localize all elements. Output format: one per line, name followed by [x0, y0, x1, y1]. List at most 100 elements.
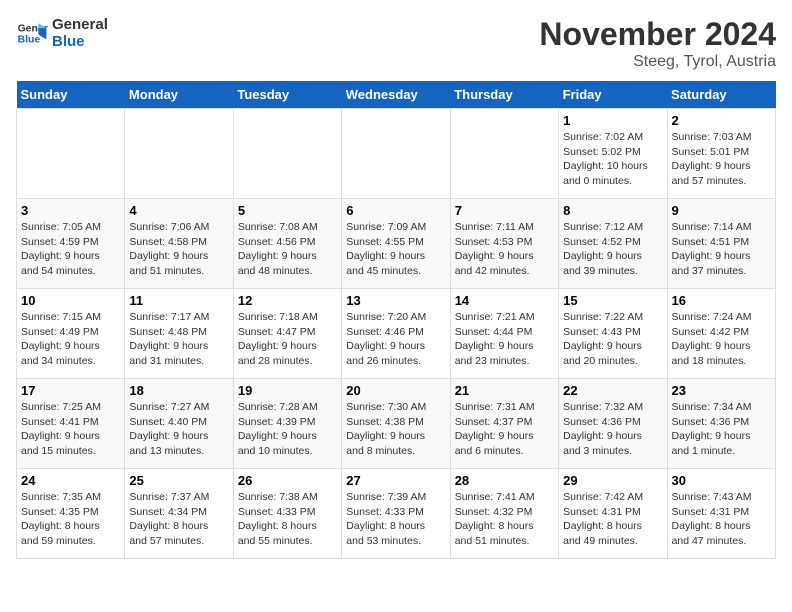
calendar-day-cell: [233, 109, 341, 199]
calendar-day-cell: 8 Sunrise: 7:12 AM Sunset: 4:52 PM Daylig…: [559, 199, 667, 289]
calendar-day-cell: 27Sunrise: 7:39 AM Sunset: 4:33 PM Dayli…: [342, 469, 450, 559]
day-number: 21: [455, 383, 554, 398]
day-info: Sunrise: 7:32 AM Sunset: 4:36 PM Dayligh…: [563, 400, 662, 459]
day-number: 28: [455, 473, 554, 488]
calendar-day-cell: 20 Sunrise: 7:30 AM Sunset: 4:38 PM Dayli…: [342, 379, 450, 469]
calendar-day-cell: [450, 109, 558, 199]
calendar-day-cell: 23Sunrise: 7:34 AM Sunset: 4:36 PM Dayli…: [667, 379, 775, 469]
calendar-body: 1 Sunrise: 7:02 AM Sunset: 5:02 PM Daylig…: [17, 109, 776, 559]
day-number: 7: [455, 203, 554, 218]
page-header: General Blue General Blue November 2024 …: [16, 16, 776, 71]
calendar-day-cell: 16Sunrise: 7:24 AM Sunset: 4:42 PM Dayli…: [667, 289, 775, 379]
day-number: 11: [129, 293, 228, 308]
day-info: Sunrise: 7:20 AM Sunset: 4:46 PM Dayligh…: [346, 310, 445, 369]
day-info: Sunrise: 7:31 AM Sunset: 4:37 PM Dayligh…: [455, 400, 554, 459]
day-number: 24: [21, 473, 120, 488]
day-number: 4: [129, 203, 228, 218]
day-info: Sunrise: 7:24 AM Sunset: 4:42 PM Dayligh…: [672, 310, 771, 369]
day-number: 9: [672, 203, 771, 218]
day-info: Sunrise: 7:05 AM Sunset: 4:59 PM Dayligh…: [21, 220, 120, 279]
day-info: Sunrise: 7:18 AM Sunset: 4:47 PM Dayligh…: [238, 310, 337, 369]
day-info: Sunrise: 7:35 AM Sunset: 4:35 PM Dayligh…: [21, 490, 120, 549]
calendar-header-row: SundayMondayTuesdayWednesdayThursdayFrid…: [17, 81, 776, 109]
calendar-day-cell: 25 Sunrise: 7:37 AM Sunset: 4:34 PM Dayli…: [125, 469, 233, 559]
calendar-day-cell: 26 Sunrise: 7:38 AM Sunset: 4:33 PM Dayli…: [233, 469, 341, 559]
day-of-week-header: Tuesday: [233, 81, 341, 109]
day-info: Sunrise: 7:03 AM Sunset: 5:01 PM Dayligh…: [672, 130, 771, 189]
day-number: 8: [563, 203, 662, 218]
day-of-week-header: Sunday: [17, 81, 125, 109]
day-number: 5: [238, 203, 337, 218]
calendar-day-cell: 5 Sunrise: 7:08 AM Sunset: 4:56 PM Daylig…: [233, 199, 341, 289]
calendar-day-cell: [125, 109, 233, 199]
logo-general: General: [52, 16, 108, 33]
day-info: Sunrise: 7:28 AM Sunset: 4:39 PM Dayligh…: [238, 400, 337, 459]
day-number: 29: [563, 473, 662, 488]
day-info: Sunrise: 7:11 AM Sunset: 4:53 PM Dayligh…: [455, 220, 554, 279]
calendar-day-cell: 10Sunrise: 7:15 AM Sunset: 4:49 PM Dayli…: [17, 289, 125, 379]
day-number: 19: [238, 383, 337, 398]
day-number: 6: [346, 203, 445, 218]
calendar-day-cell: 12 Sunrise: 7:18 AM Sunset: 4:47 PM Dayli…: [233, 289, 341, 379]
calendar-week-row: 1 Sunrise: 7:02 AM Sunset: 5:02 PM Daylig…: [17, 109, 776, 199]
svg-text:Blue: Blue: [18, 35, 41, 46]
day-of-week-header: Thursday: [450, 81, 558, 109]
day-number: 20: [346, 383, 445, 398]
day-number: 10: [21, 293, 120, 308]
day-of-week-header: Saturday: [667, 81, 775, 109]
day-number: 1: [563, 113, 662, 128]
day-number: 13: [346, 293, 445, 308]
day-of-week-header: Wednesday: [342, 81, 450, 109]
calendar-day-cell: 1 Sunrise: 7:02 AM Sunset: 5:02 PM Daylig…: [559, 109, 667, 199]
day-number: 23: [672, 383, 771, 398]
calendar-day-cell: [342, 109, 450, 199]
day-of-week-header: Friday: [559, 81, 667, 109]
main-title: November 2024: [539, 16, 776, 53]
day-info: Sunrise: 7:41 AM Sunset: 4:32 PM Dayligh…: [455, 490, 554, 549]
day-number: 30: [672, 473, 771, 488]
day-info: Sunrise: 7:14 AM Sunset: 4:51 PM Dayligh…: [672, 220, 771, 279]
day-info: Sunrise: 7:02 AM Sunset: 5:02 PM Dayligh…: [563, 130, 662, 189]
calendar-week-row: 17 Sunrise: 7:25 AM Sunset: 4:41 PM Dayli…: [17, 379, 776, 469]
calendar-day-cell: 14 Sunrise: 7:21 AM Sunset: 4:44 PM Dayli…: [450, 289, 558, 379]
day-info: Sunrise: 7:27 AM Sunset: 4:40 PM Dayligh…: [129, 400, 228, 459]
day-number: 17: [21, 383, 120, 398]
calendar-day-cell: 7 Sunrise: 7:11 AM Sunset: 4:53 PM Daylig…: [450, 199, 558, 289]
day-number: 22: [563, 383, 662, 398]
day-number: 25: [129, 473, 228, 488]
title-section: November 2024 Steeg, Tyrol, Austria: [539, 16, 776, 71]
day-info: Sunrise: 7:25 AM Sunset: 4:41 PM Dayligh…: [21, 400, 120, 459]
day-number: 3: [21, 203, 120, 218]
calendar-day-cell: 3 Sunrise: 7:05 AM Sunset: 4:59 PM Daylig…: [17, 199, 125, 289]
day-info: Sunrise: 7:21 AM Sunset: 4:44 PM Dayligh…: [455, 310, 554, 369]
calendar-week-row: 10Sunrise: 7:15 AM Sunset: 4:49 PM Dayli…: [17, 289, 776, 379]
day-info: Sunrise: 7:22 AM Sunset: 4:43 PM Dayligh…: [563, 310, 662, 369]
calendar-day-cell: [17, 109, 125, 199]
day-info: Sunrise: 7:30 AM Sunset: 4:38 PM Dayligh…: [346, 400, 445, 459]
day-info: Sunrise: 7:38 AM Sunset: 4:33 PM Dayligh…: [238, 490, 337, 549]
logo-icon: General Blue: [16, 17, 48, 49]
calendar-day-cell: 19 Sunrise: 7:28 AM Sunset: 4:39 PM Dayli…: [233, 379, 341, 469]
calendar-week-row: 24 Sunrise: 7:35 AM Sunset: 4:35 PM Dayli…: [17, 469, 776, 559]
calendar-day-cell: 30Sunrise: 7:43 AM Sunset: 4:31 PM Dayli…: [667, 469, 775, 559]
calendar-day-cell: 29Sunrise: 7:42 AM Sunset: 4:31 PM Dayli…: [559, 469, 667, 559]
subtitle: Steeg, Tyrol, Austria: [539, 53, 776, 71]
day-number: 26: [238, 473, 337, 488]
day-info: Sunrise: 7:09 AM Sunset: 4:55 PM Dayligh…: [346, 220, 445, 279]
logo: General Blue General Blue: [16, 16, 108, 50]
calendar-day-cell: 22 Sunrise: 7:32 AM Sunset: 4:36 PM Dayli…: [559, 379, 667, 469]
calendar-table: SundayMondayTuesdayWednesdayThursdayFrid…: [16, 81, 776, 559]
calendar-day-cell: 21 Sunrise: 7:31 AM Sunset: 4:37 PM Dayli…: [450, 379, 558, 469]
calendar-day-cell: 17 Sunrise: 7:25 AM Sunset: 4:41 PM Dayli…: [17, 379, 125, 469]
day-info: Sunrise: 7:39 AM Sunset: 4:33 PM Dayligh…: [346, 490, 445, 549]
day-info: Sunrise: 7:08 AM Sunset: 4:56 PM Dayligh…: [238, 220, 337, 279]
calendar-day-cell: 4 Sunrise: 7:06 AM Sunset: 4:58 PM Daylig…: [125, 199, 233, 289]
day-number: 12: [238, 293, 337, 308]
day-info: Sunrise: 7:06 AM Sunset: 4:58 PM Dayligh…: [129, 220, 228, 279]
day-info: Sunrise: 7:37 AM Sunset: 4:34 PM Dayligh…: [129, 490, 228, 549]
day-info: Sunrise: 7:12 AM Sunset: 4:52 PM Dayligh…: [563, 220, 662, 279]
calendar-day-cell: 28 Sunrise: 7:41 AM Sunset: 4:32 PM Dayli…: [450, 469, 558, 559]
calendar-day-cell: 9 Sunrise: 7:14 AM Sunset: 4:51 PM Daylig…: [667, 199, 775, 289]
calendar-day-cell: 18Sunrise: 7:27 AM Sunset: 4:40 PM Dayli…: [125, 379, 233, 469]
day-number: 14: [455, 293, 554, 308]
